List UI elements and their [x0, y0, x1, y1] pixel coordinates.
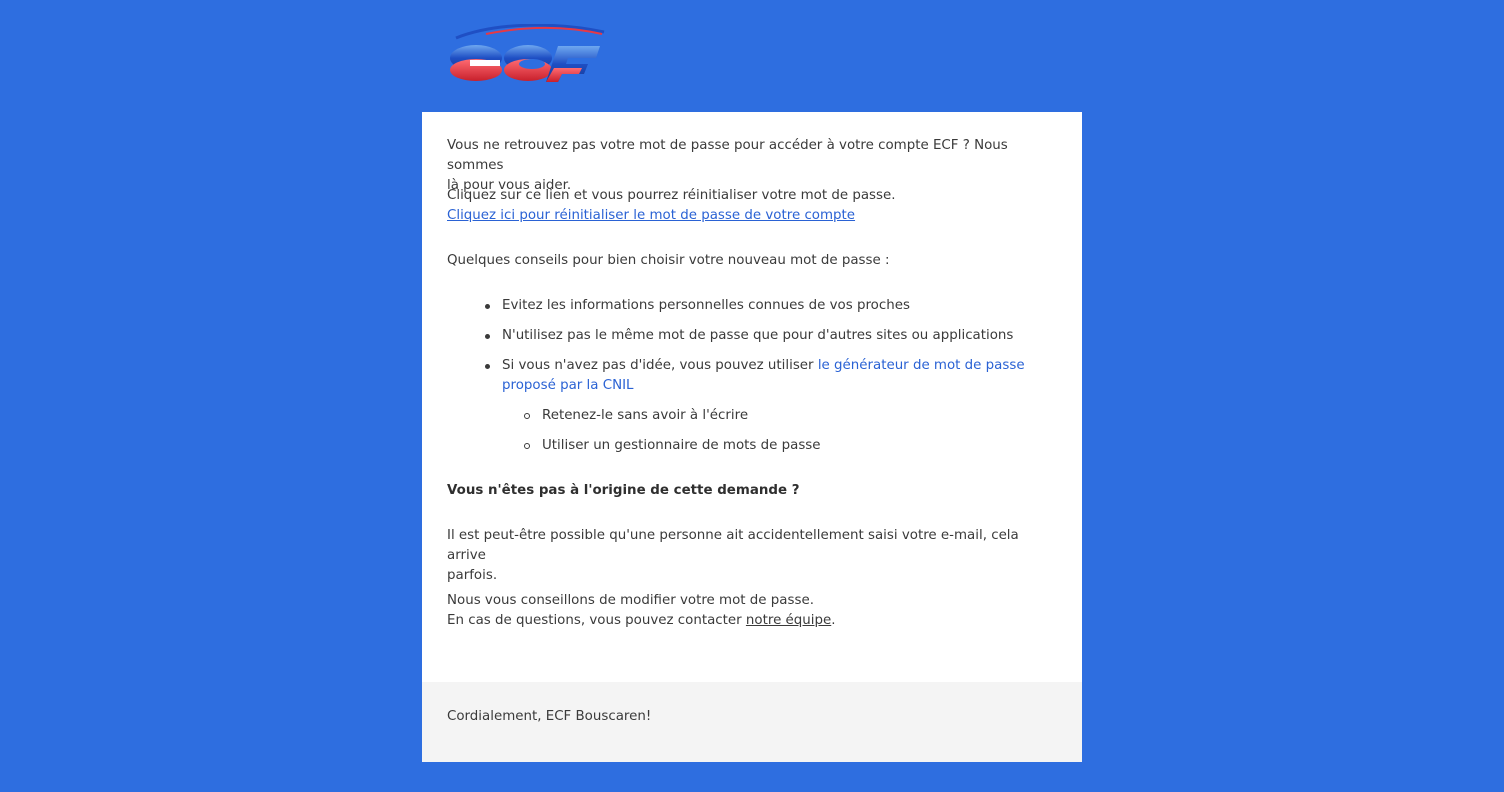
- sub-tip-item-label: Retenez-le sans avoir à l'écrire: [542, 408, 749, 423]
- tip-item-label: Si vous n'avez pas d'idée, vous pouvez u…: [502, 358, 818, 373]
- advice-line-2-suffix: .: [831, 613, 836, 628]
- bullet-dot: [485, 304, 490, 309]
- sub-bullet-circle: [524, 413, 530, 419]
- tips-heading: Quelques conseils pour bien choisir votr…: [447, 253, 890, 268]
- bullet-dot: [485, 334, 490, 339]
- intro-line-1: Vous ne retrouvez pas votre mot de passe…: [447, 138, 1008, 173]
- reset-password-link[interactable]: Cliquez ici pour réinitialiser le mot de…: [447, 208, 855, 223]
- tip-item-personal-info: Evitez les informations personnelles con…: [485, 296, 1042, 316]
- advice-paragraph: Nous vous conseillons de modifier votre …: [447, 591, 1057, 631]
- sub-tip-item-manager: Utiliser un gestionnaire de mots de pass…: [524, 436, 1042, 456]
- sub-tip-item-label: Utiliser un gestionnaire de mots de pass…: [542, 438, 821, 453]
- not-you-line-1: Il est peut-être possible qu'une personn…: [447, 528, 1019, 563]
- email-card: Vous ne retrouvez pas votre mot de passe…: [422, 112, 1082, 762]
- ecf-logo: [446, 23, 608, 86]
- bullet-dot: [485, 364, 490, 369]
- cnil-link-line-1[interactable]: le générateur de mot de passe: [818, 358, 1025, 373]
- advice-line-2-prefix: En cas de questions, vous pouvez contact…: [447, 613, 746, 628]
- contact-team-link[interactable]: notre équipe: [746, 613, 831, 628]
- reset-paragraph: Cliquez sur ce lien et vous pourrez réin…: [447, 186, 1057, 226]
- sub-tip-item-memorize: Retenez-le sans avoir à l'écrire: [524, 406, 1042, 426]
- email-footer: Cordialement, ECF Bouscaren!: [422, 682, 1082, 762]
- ecf-logo-graphic: [450, 23, 605, 82]
- tip-item-generator: Si vous n'avez pas d'idée, vous pouvez u…: [485, 356, 1042, 396]
- not-you-line-2: parfois.: [447, 568, 498, 583]
- not-you-paragraph: Il est peut-être possible qu'une personn…: [447, 526, 1057, 586]
- reset-text: Cliquez sur ce lien et vous pourrez réin…: [447, 188, 896, 203]
- not-you-heading: Vous n'êtes pas à l'origine de cette dem…: [447, 483, 800, 498]
- tip-item-label: N'utilisez pas le même mot de passe que …: [502, 328, 1014, 343]
- tip-item-unique-password: N'utilisez pas le même mot de passe que …: [485, 326, 1042, 346]
- sub-bullet-circle: [524, 443, 530, 449]
- advice-line-1: Nous vous conseillons de modifier votre …: [447, 593, 814, 608]
- cnil-link-line-2[interactable]: proposé par la CNIL: [502, 378, 634, 393]
- signature: Cordialement, ECF Bouscaren!: [447, 709, 652, 724]
- tip-item-label: Evitez les informations personnelles con…: [502, 298, 910, 313]
